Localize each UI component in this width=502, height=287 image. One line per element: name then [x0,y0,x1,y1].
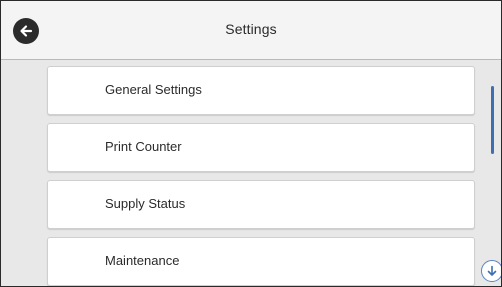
menu-item-supply-status[interactable]: Supply Status [47,180,475,229]
menu-item-label: Print Counter [105,139,182,154]
scroll-down-button[interactable] [481,260,501,282]
settings-menu-area: General Settings Print Counter Supply St… [1,60,501,286]
scrollbar-thumb[interactable] [491,86,494,154]
scroll-down-arrow-icon [486,265,498,277]
menu-item-maintenance[interactable]: Maintenance [47,237,475,286]
page-title: Settings [225,21,277,37]
menu-item-print-counter[interactable]: Print Counter [47,123,475,172]
header-bar: Settings [1,1,501,60]
settings-screen: Settings General Settings Print Counter … [0,0,502,287]
menu-item-label: Supply Status [105,196,186,211]
menu-item-general-settings[interactable]: General Settings [47,66,475,115]
menu-item-label: General Settings [105,82,202,97]
scrollbar[interactable] [491,86,495,261]
menu-list: General Settings Print Counter Supply St… [47,66,475,286]
menu-item-label: Maintenance [105,253,180,268]
